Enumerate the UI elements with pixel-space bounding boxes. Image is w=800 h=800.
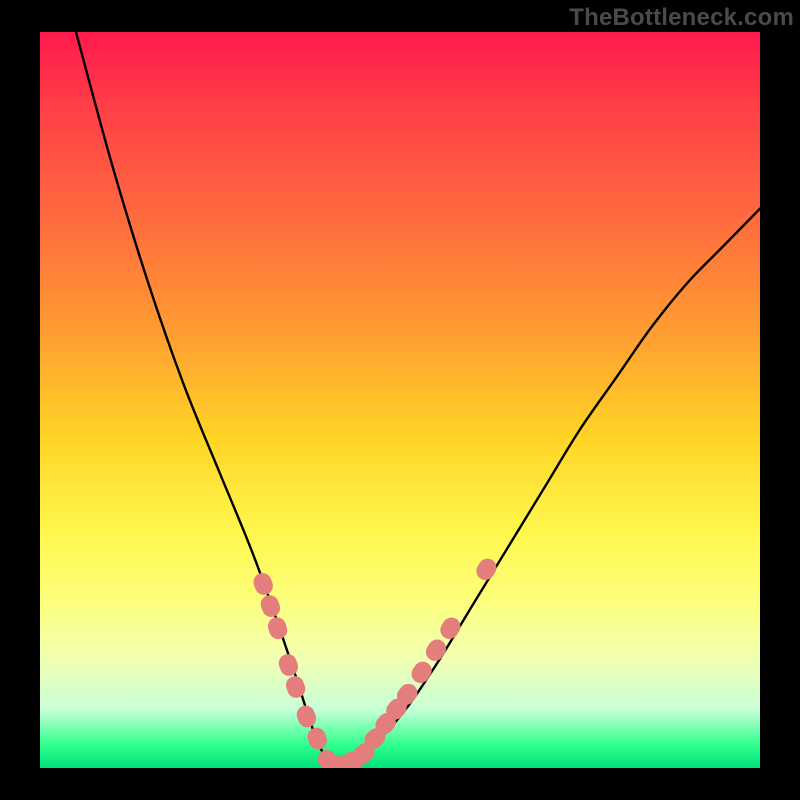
curve-marker bbox=[294, 703, 319, 730]
curve-marker bbox=[276, 652, 300, 679]
curve-marker bbox=[473, 555, 500, 583]
curve-layer bbox=[76, 32, 760, 768]
bottleneck-curve bbox=[76, 32, 760, 768]
curve-markers bbox=[251, 555, 500, 768]
curve-marker bbox=[258, 593, 283, 620]
curve-marker bbox=[305, 725, 330, 752]
chart-frame: TheBottleneck.com bbox=[0, 0, 800, 800]
bottleneck-curve-svg bbox=[40, 32, 760, 768]
curve-marker bbox=[266, 615, 290, 642]
curve-marker bbox=[251, 571, 276, 598]
chart-gradient-background bbox=[40, 32, 760, 768]
curve-marker bbox=[422, 636, 449, 664]
curve-marker bbox=[284, 674, 308, 701]
curve-marker bbox=[437, 614, 464, 642]
curve-marker bbox=[408, 658, 435, 686]
watermark-text: TheBottleneck.com bbox=[569, 4, 794, 32]
